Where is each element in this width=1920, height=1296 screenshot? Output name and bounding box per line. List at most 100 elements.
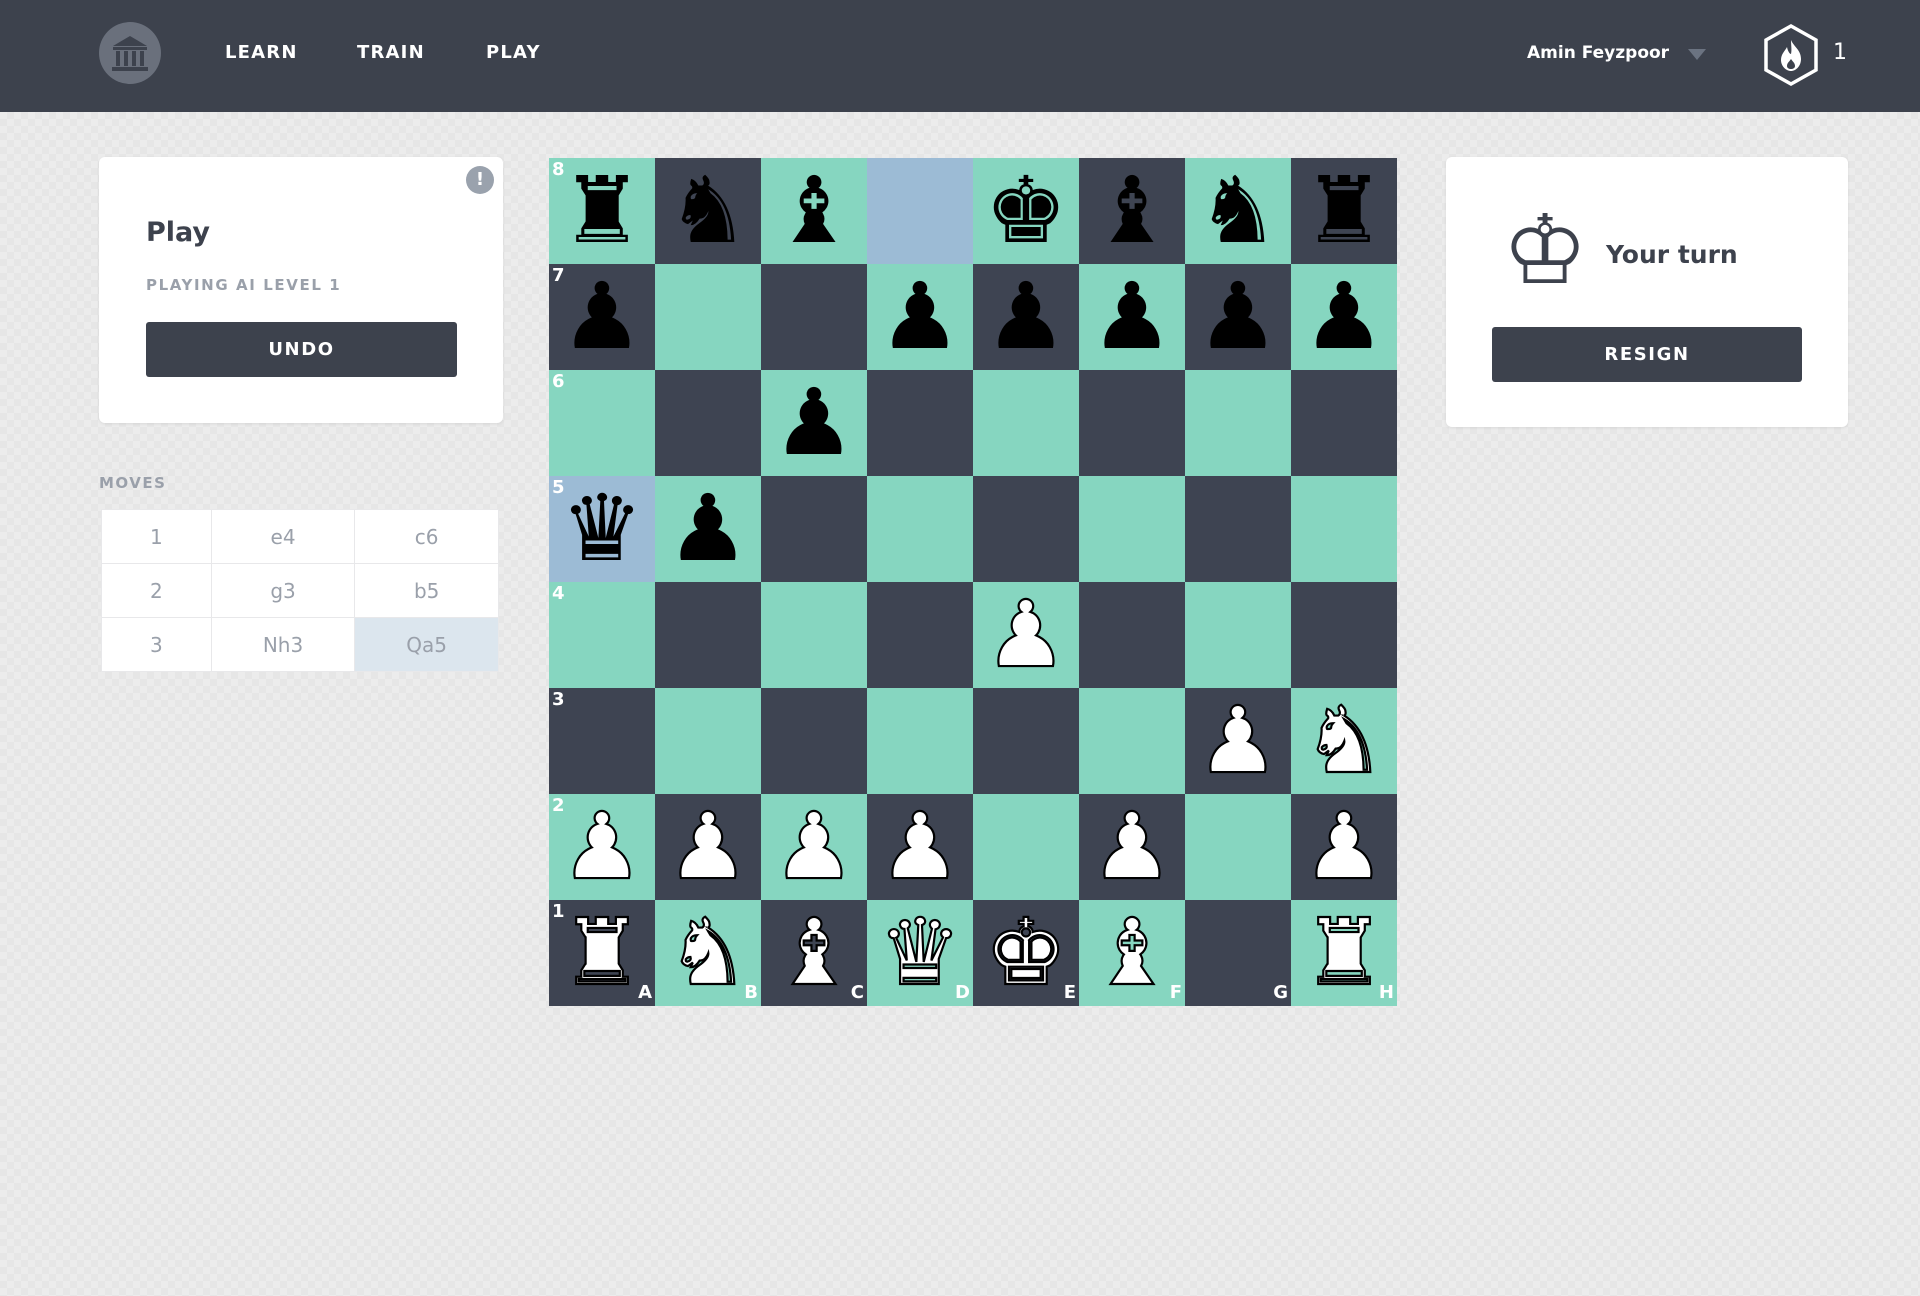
chess-board[interactable]: ♜ 8 ♞ ♝ ♚ ♝ ♞ ♜ ♟ 7 ♟ ♟ ♟ ♟ ♟ 6 ♟ ♛ 5 ♟ 4 ♟ 3 ♟ ♞ ♟ 2 ♟ ♟ ♟ ♟ ♟ ♜ 1 A ♞ B ♝ C ♛… <box>549 158 1397 1007</box>
square-f5[interactable] <box>1079 476 1185 582</box>
square-a2[interactable]: ♟ 2 <box>549 792 655 901</box>
white-pawn-piece[interactable]: ♟ <box>1185 686 1291 794</box>
square-f1[interactable]: ♝ F <box>1079 898 1185 1007</box>
square-c7[interactable] <box>761 264 867 370</box>
square-c2[interactable]: ♟ <box>761 792 867 901</box>
black-move[interactable]: Qa5 <box>354 617 499 672</box>
black-pawn-piece[interactable]: ♟ <box>655 476 761 582</box>
black-bishop-piece[interactable]: ♝ <box>1079 158 1185 264</box>
black-knight-piece[interactable]: ♞ <box>1185 158 1291 264</box>
square-d6[interactable] <box>867 370 973 476</box>
square-b3[interactable] <box>655 688 761 794</box>
square-c4[interactable] <box>761 582 867 688</box>
white-move[interactable]: e4 <box>210 509 356 564</box>
square-c6[interactable]: ♟ <box>761 370 867 476</box>
square-e7[interactable]: ♟ <box>973 264 1079 370</box>
square-c1[interactable]: ♝ C <box>761 898 867 1007</box>
square-g3[interactable]: ♟ <box>1185 686 1291 795</box>
square-f7[interactable]: ♟ <box>1079 264 1185 370</box>
flame-hexagon-icon[interactable] <box>1761 23 1821 87</box>
square-e8[interactable]: ♚ <box>973 158 1079 264</box>
square-c8[interactable]: ♝ <box>761 158 867 264</box>
black-move[interactable]: b5 <box>354 563 499 618</box>
square-f2[interactable]: ♟ <box>1079 792 1185 901</box>
white-move[interactable]: g3 <box>210 563 356 618</box>
undo-button[interactable]: UNDO <box>146 322 457 377</box>
square-b2[interactable]: ♟ <box>655 792 761 901</box>
square-a1[interactable]: ♜ 1 A <box>549 898 655 1007</box>
square-c5[interactable] <box>761 476 867 582</box>
square-f6[interactable] <box>1079 370 1185 476</box>
info-icon[interactable]: ! <box>466 166 494 194</box>
logo-icon[interactable] <box>99 22 161 84</box>
square-h5[interactable] <box>1291 476 1397 582</box>
square-b5[interactable]: ♟ <box>655 476 761 582</box>
square-a7[interactable]: ♟ 7 <box>549 264 655 370</box>
square-h7[interactable]: ♟ <box>1291 264 1397 370</box>
black-move[interactable]: c6 <box>354 509 499 564</box>
square-d8[interactable] <box>867 158 973 264</box>
black-bishop-piece[interactable]: ♝ <box>761 158 867 264</box>
square-b8[interactable]: ♞ <box>655 158 761 264</box>
black-pawn-piece[interactable]: ♟ <box>867 264 973 370</box>
black-knight-piece[interactable]: ♞ <box>655 158 761 264</box>
square-a3[interactable]: 3 <box>549 688 655 794</box>
black-rook-piece[interactable]: ♜ <box>1291 158 1397 264</box>
user-menu[interactable]: Amin Feyzpoor <box>1527 43 1669 63</box>
square-g8[interactable]: ♞ <box>1185 158 1291 264</box>
black-rook-piece[interactable]: ♜ <box>549 158 655 264</box>
white-pawn-piece[interactable]: ♟ <box>1291 792 1397 900</box>
square-h8[interactable]: ♜ <box>1291 158 1397 264</box>
square-d7[interactable]: ♟ <box>867 264 973 370</box>
square-b6[interactable] <box>655 370 761 476</box>
black-pawn-piece[interactable]: ♟ <box>549 264 655 370</box>
square-b7[interactable] <box>655 264 761 370</box>
square-f3[interactable] <box>1079 688 1185 794</box>
black-pawn-piece[interactable]: ♟ <box>973 264 1079 370</box>
square-a8[interactable]: ♜ 8 <box>549 158 655 264</box>
square-e4[interactable]: ♟ <box>973 580 1079 689</box>
square-h3[interactable]: ♞ <box>1291 686 1397 795</box>
square-d5[interactable] <box>867 476 973 582</box>
black-pawn-piece[interactable]: ♟ <box>1291 264 1397 370</box>
square-g2[interactable] <box>1185 794 1291 900</box>
square-a4[interactable]: 4 <box>549 582 655 688</box>
white-pawn-piece[interactable]: ♟ <box>1079 792 1185 900</box>
square-e2[interactable] <box>973 794 1079 900</box>
square-d4[interactable] <box>867 582 973 688</box>
square-f4[interactable] <box>1079 582 1185 688</box>
white-pawn-piece[interactable]: ♟ <box>655 792 761 900</box>
resign-button[interactable]: RESIGN <box>1492 327 1802 382</box>
square-e5[interactable] <box>973 476 1079 582</box>
square-c3[interactable] <box>761 688 867 794</box>
square-g4[interactable] <box>1185 582 1291 688</box>
black-king-piece[interactable]: ♚ <box>973 158 1079 264</box>
square-b4[interactable] <box>655 582 761 688</box>
square-d3[interactable] <box>867 688 973 794</box>
square-f8[interactable]: ♝ <box>1079 158 1185 264</box>
square-e3[interactable] <box>973 688 1079 794</box>
square-a5[interactable]: ♛ 5 <box>549 476 655 582</box>
white-knight-piece[interactable]: ♞ <box>1291 686 1397 794</box>
nav-train[interactable]: TRAIN <box>357 42 425 63</box>
square-h4[interactable] <box>1291 582 1397 688</box>
square-g7[interactable]: ♟ <box>1185 264 1291 370</box>
square-d1[interactable]: ♛ D <box>867 898 973 1007</box>
black-queen-piece[interactable]: ♛ <box>549 476 655 582</box>
square-e1[interactable]: ♚ E <box>973 898 1079 1007</box>
white-pawn-piece[interactable]: ♟ <box>761 792 867 900</box>
white-pawn-piece[interactable]: ♟ <box>867 792 973 900</box>
square-h2[interactable]: ♟ <box>1291 792 1397 901</box>
black-pawn-piece[interactable]: ♟ <box>761 370 867 476</box>
white-pawn-piece[interactable]: ♟ <box>973 580 1079 688</box>
square-b1[interactable]: ♞ B <box>655 898 761 1007</box>
square-e6[interactable] <box>973 370 1079 476</box>
square-h6[interactable] <box>1291 370 1397 476</box>
square-g1[interactable]: G <box>1185 900 1291 1006</box>
white-move[interactable]: Nh3 <box>210 617 356 672</box>
black-pawn-piece[interactable]: ♟ <box>1185 264 1291 370</box>
nav-play[interactable]: PLAY <box>486 42 541 63</box>
white-pawn-piece[interactable]: ♟ <box>549 792 655 900</box>
chevron-down-icon[interactable] <box>1688 49 1706 60</box>
square-g6[interactable] <box>1185 370 1291 476</box>
